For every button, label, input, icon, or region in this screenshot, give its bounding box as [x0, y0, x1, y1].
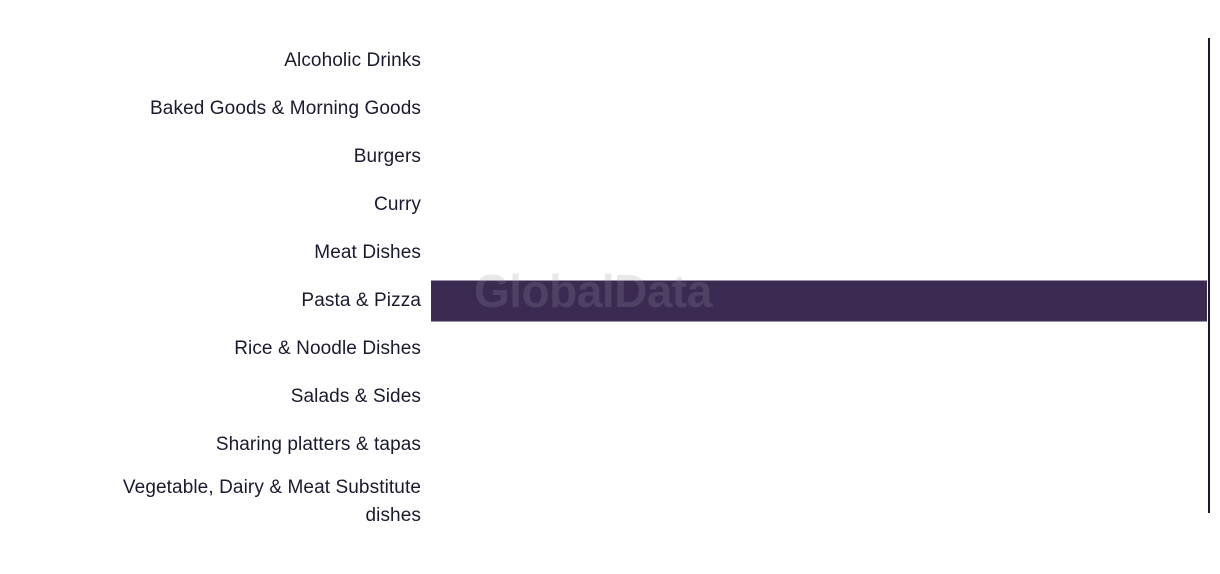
bar-pasta-pizza: [431, 280, 1207, 322]
category-axis: Alcoholic Drinks Baked Goods & Morning G…: [0, 0, 421, 574]
category-label-sharing-platters-tapas: Sharing platters & tapas: [215, 434, 421, 455]
category-label-alcoholic-drinks: Alcoholic Drinks: [284, 50, 421, 71]
category-label-pasta-pizza: Pasta & Pizza: [301, 290, 421, 311]
category-label-curry: Curry: [374, 194, 421, 215]
category-label-rice-noodle-dishes: Rice & Noodle Dishes: [234, 338, 421, 359]
value-axis-spine: [1208, 38, 1210, 513]
category-label-vegetable-dairy-meat-substitute-dishes: Vegetable, Dairy & Meat Substitute dishe…: [122, 477, 421, 526]
category-label-salads-sides: Salads & Sides: [290, 386, 421, 407]
category-label-burgers: Burgers: [353, 146, 421, 167]
bar-chart: Alcoholic Drinks Baked Goods & Morning G…: [0, 0, 1220, 574]
category-label-baked-goods-morning-goods: Baked Goods & Morning Goods: [150, 98, 421, 119]
plot-area: [431, 0, 1220, 574]
category-label-meat-dishes: Meat Dishes: [314, 242, 421, 263]
